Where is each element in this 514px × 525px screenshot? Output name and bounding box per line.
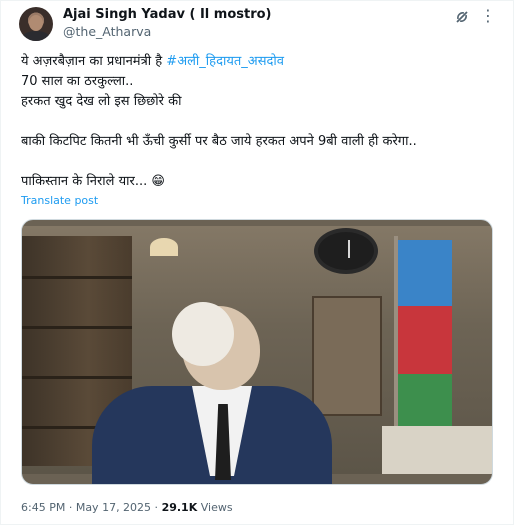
- video-player[interactable]: [21, 219, 493, 485]
- views-count[interactable]: 29.1K: [162, 501, 198, 514]
- grok-icon[interactable]: [454, 9, 470, 25]
- avatar[interactable]: [19, 7, 53, 41]
- meta-separator: ·: [65, 501, 76, 514]
- post-line-1-text: ये अज़रबैज़ान का प्रधानमंत्री है: [21, 54, 167, 69]
- video-frame: [22, 226, 492, 484]
- person-hair: [172, 302, 234, 366]
- author-display-name[interactable]: Ajai Singh Yadav ( Il mostro): [63, 7, 272, 22]
- views-label: Views: [197, 501, 233, 514]
- more-icon[interactable]: ⋮: [480, 7, 496, 27]
- flag: [398, 240, 452, 440]
- post-line-1: ये अज़रबैज़ान का प्रधानमंत्री है #अली_हि…: [21, 52, 501, 72]
- post-metadata: 6:45 PM · May 17, 2025 · 29.1K Views: [21, 501, 233, 514]
- post-line-4: बाकी किटपिट कितनी भी ऊँची कुर्सी पर बैठ …: [21, 134, 417, 149]
- avatar-body: [22, 31, 50, 41]
- wall-frame: [312, 296, 382, 416]
- meta-separator: ·: [151, 501, 162, 514]
- post-time[interactable]: 6:45 PM: [21, 501, 65, 514]
- author-handle[interactable]: @the_Atharva: [63, 24, 151, 39]
- avatar-face: [29, 15, 43, 31]
- post-date[interactable]: May 17, 2025: [76, 501, 151, 514]
- post-line-2: 70 साल का ठरकुल्ला..: [21, 74, 134, 89]
- post-text: ये अज़रबैज़ान का प्रधानमंत्री है #अली_हि…: [21, 52, 501, 192]
- post-line-3: हरकत खुद देख लो इस छिछोरे की: [21, 94, 182, 109]
- lamp: [150, 238, 178, 256]
- tweet-card: Ajai Singh Yadav ( Il mostro) @the_Athar…: [0, 0, 514, 525]
- hashtag-link[interactable]: #अली_हिदायत_असदोव: [166, 54, 284, 69]
- wall-clock: [314, 228, 378, 274]
- translate-post-link[interactable]: Translate post: [21, 194, 98, 207]
- desk: [382, 426, 492, 474]
- post-line-5: पाकिस्तान के निराले यार... 😁: [21, 174, 165, 189]
